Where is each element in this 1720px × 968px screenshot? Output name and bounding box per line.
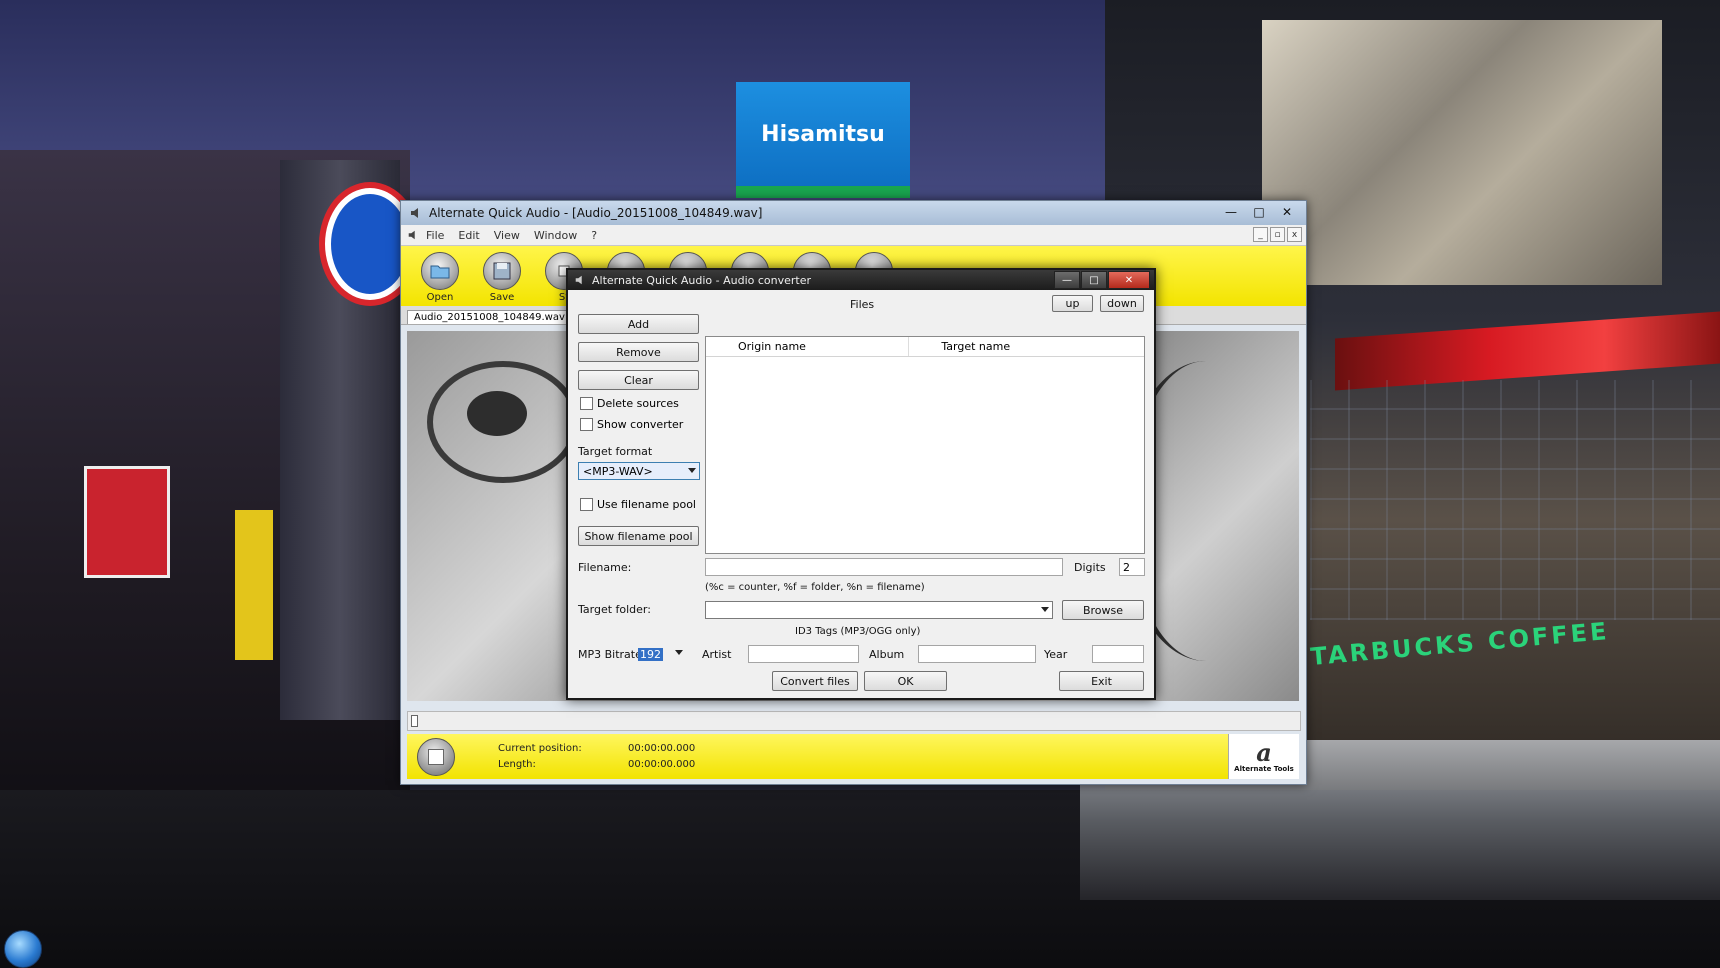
target-folder-label: Target folder: bbox=[578, 603, 651, 616]
hisamitsu-sign-text: Hisamitsu bbox=[761, 122, 885, 147]
playback-statusbar: Current position: 00:00:00.000 Length: 0… bbox=[407, 734, 1299, 779]
menu-window[interactable]: Window bbox=[527, 229, 584, 242]
exit-button[interactable]: Exit bbox=[1059, 671, 1144, 691]
year-input[interactable] bbox=[1092, 645, 1144, 663]
desktop-wallpaper-green-bar bbox=[736, 186, 910, 198]
digits-label: Digits bbox=[1074, 561, 1106, 574]
filename-label: Filename: bbox=[578, 561, 632, 574]
filename-hint: (%c = counter, %f = folder, %n = filenam… bbox=[705, 582, 925, 593]
desktop-wallpaper-windows bbox=[1310, 380, 1720, 620]
length-label: Length: bbox=[498, 759, 536, 770]
show-converter-checkbox[interactable]: Show converter bbox=[580, 418, 683, 431]
artist-input[interactable] bbox=[748, 645, 859, 663]
dialog-close-button[interactable]: ✕ bbox=[1108, 271, 1150, 289]
chevron-down-icon bbox=[688, 468, 696, 473]
year-label: Year bbox=[1044, 648, 1068, 661]
dialog-titlebar[interactable]: Alternate Quick Audio - Audio converter … bbox=[568, 270, 1154, 290]
checkbox-box[interactable] bbox=[580, 418, 593, 431]
menubar: File Edit View Window ? _ ▫ x bbox=[401, 225, 1306, 246]
stop-icon bbox=[428, 749, 444, 765]
files-label: Files bbox=[850, 298, 875, 311]
convert-files-button[interactable]: Convert files bbox=[772, 671, 858, 691]
open-button[interactable]: Open bbox=[419, 246, 461, 303]
current-position-label: Current position: bbox=[498, 743, 582, 754]
files-list-header: Origin name Target name bbox=[706, 337, 1144, 357]
column-target-name[interactable]: Target name bbox=[909, 337, 1144, 356]
current-position-value: 00:00:00.000 bbox=[628, 743, 696, 754]
desktop-wallpaper-red-sign bbox=[84, 466, 170, 578]
column-origin-name[interactable]: Origin name bbox=[706, 337, 910, 356]
delete-sources-checkbox[interactable]: Delete sources bbox=[580, 397, 679, 410]
mp3-bitrate-select[interactable]: 192 bbox=[638, 645, 686, 663]
open-label: Open bbox=[426, 292, 454, 303]
mp3-bitrate-value: 192 bbox=[638, 647, 663, 661]
dialog-title: Alternate Quick Audio - Audio converter bbox=[592, 273, 812, 287]
menu-help[interactable]: ? bbox=[584, 229, 604, 242]
mdi-restore-button[interactable]: ▫ bbox=[1270, 227, 1285, 242]
checkbox-box[interactable] bbox=[580, 498, 593, 511]
target-format-value: <MP3-WAV> bbox=[583, 464, 653, 478]
position-slider-thumb[interactable] bbox=[411, 715, 418, 727]
browse-button[interactable]: Browse bbox=[1062, 600, 1144, 620]
mdi-close-button[interactable]: x bbox=[1287, 227, 1302, 242]
files-list[interactable]: Origin name Target name bbox=[705, 336, 1145, 554]
minimize-button[interactable]: — bbox=[1218, 203, 1244, 221]
album-input[interactable] bbox=[918, 645, 1036, 663]
speaker-icon bbox=[575, 275, 582, 285]
chevron-down-icon bbox=[1041, 607, 1049, 612]
mdi-minimize-button[interactable]: _ bbox=[1253, 227, 1268, 242]
maximize-button[interactable]: □ bbox=[1246, 203, 1272, 221]
main-titlebar[interactable]: Alternate Quick Audio - [Audio_20151008_… bbox=[401, 201, 1306, 225]
clear-button[interactable]: Clear bbox=[578, 370, 699, 390]
digits-input[interactable]: 2 bbox=[1119, 558, 1145, 576]
target-folder-select[interactable] bbox=[705, 601, 1053, 619]
album-label: Album bbox=[869, 648, 905, 661]
desktop-wallpaper-video-screen bbox=[1262, 20, 1662, 285]
save-label: Save bbox=[489, 292, 515, 303]
remove-button[interactable]: Remove bbox=[578, 342, 699, 362]
stop-button[interactable] bbox=[417, 738, 455, 776]
delete-sources-label: Delete sources bbox=[597, 397, 679, 410]
desktop-wallpaper-yellow-sign bbox=[235, 510, 273, 660]
desktop-wallpaper-hisamitsu-sign: Hisamitsu bbox=[736, 82, 910, 198]
folder-icon bbox=[421, 252, 459, 290]
tab-audio-file[interactable]: Audio_20151008_104849.wav bbox=[407, 310, 572, 324]
filename-input[interactable] bbox=[705, 558, 1063, 576]
logo-text: Alternate Tools bbox=[1234, 764, 1294, 773]
audio-converter-dialog: Alternate Quick Audio - Audio converter … bbox=[566, 268, 1156, 700]
use-filename-pool-label: Use filename pool bbox=[597, 498, 696, 511]
show-filename-pool-button[interactable]: Show filename pool bbox=[578, 526, 699, 546]
position-slider[interactable] bbox=[407, 711, 1301, 731]
alternate-tools-logo: a Alternate Tools bbox=[1228, 734, 1299, 779]
start-button[interactable] bbox=[4, 930, 42, 968]
id3-tags-label: ID3 Tags (MP3/OGG only) bbox=[795, 626, 921, 637]
dialog-minimize-button[interactable]: — bbox=[1054, 271, 1080, 289]
artist-label: Artist bbox=[702, 648, 732, 661]
mp3-bitrate-label: MP3 Bitrate bbox=[578, 648, 642, 661]
ok-button[interactable]: OK bbox=[864, 671, 947, 691]
speaker-icon bbox=[408, 230, 415, 240]
logo-mark: a bbox=[1256, 737, 1272, 767]
move-down-button[interactable]: down bbox=[1100, 295, 1144, 312]
length-value: 00:00:00.000 bbox=[628, 759, 696, 770]
target-format-label: Target format bbox=[578, 445, 653, 458]
waveform-graphic bbox=[467, 391, 527, 436]
speaker-icon bbox=[411, 208, 418, 218]
checkbox-box[interactable] bbox=[580, 397, 593, 410]
move-up-button[interactable]: up bbox=[1052, 295, 1093, 312]
add-button[interactable]: Add bbox=[578, 314, 699, 334]
dialog-maximize-button[interactable]: □ bbox=[1081, 271, 1107, 289]
chevron-down-icon bbox=[675, 650, 683, 655]
save-button[interactable]: Save bbox=[481, 246, 523, 303]
menu-view[interactable]: View bbox=[487, 229, 527, 242]
menu-file[interactable]: File bbox=[419, 229, 451, 242]
main-window-title: Alternate Quick Audio - [Audio_20151008_… bbox=[429, 206, 763, 220]
use-filename-pool-checkbox[interactable]: Use filename pool bbox=[580, 498, 696, 511]
show-converter-label: Show converter bbox=[597, 418, 684, 431]
target-format-select[interactable]: <MP3-WAV> bbox=[578, 462, 700, 480]
menu-edit[interactable]: Edit bbox=[451, 229, 486, 242]
close-button[interactable]: ✕ bbox=[1274, 203, 1300, 221]
floppy-disk-icon bbox=[483, 252, 521, 290]
